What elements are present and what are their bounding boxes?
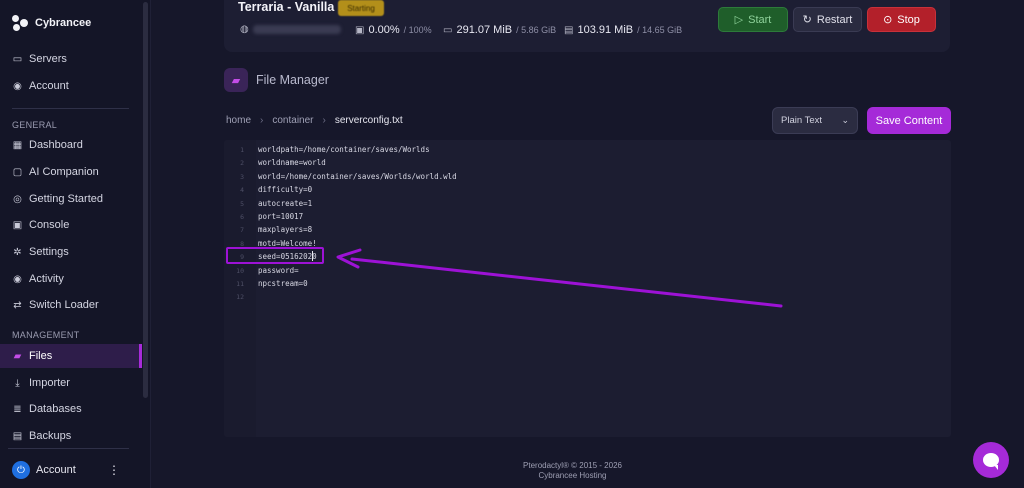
code-line[interactable]: worldpath=/home/container/saves/Worlds <box>258 145 430 154</box>
server-title: Terraria - Vanilla <box>238 0 335 14</box>
sidebar-item-backups[interactable]: ▤ Backups <box>0 424 142 448</box>
brand[interactable]: Cybrancee <box>12 14 91 32</box>
sidebar-item-console[interactable]: ▣ Console <box>0 213 142 237</box>
code-line[interactable]: autocreate=1 <box>258 199 312 208</box>
highlight-annotation-box <box>226 247 324 264</box>
archive-icon: ▤ <box>12 430 23 442</box>
sidebar-item-settings[interactable]: ✲ Settings <box>0 240 142 264</box>
disk-icon: ▤ <box>564 24 574 36</box>
code-line[interactable]: difficulty=0 <box>258 185 312 194</box>
more-vertical-icon[interactable]: ⋮ <box>108 463 120 477</box>
ip-address-redacted <box>252 25 341 34</box>
code-line[interactable]: maxplayers=8 <box>258 225 312 234</box>
server-header-card: Terraria - Vanilla Starting ◍ ▣ 0.00% / … <box>224 0 950 52</box>
cpu-icon: ▣ <box>355 24 365 36</box>
gear-icon: ✲ <box>13 246 22 258</box>
refresh-icon: ↻ <box>802 14 812 26</box>
cpu-stat: ▣ 0.00% / 100% <box>355 24 432 36</box>
line-number: 3 <box>240 172 244 181</box>
sidebar-scrollbar[interactable] <box>143 2 148 398</box>
grid-icon: ▦ <box>12 139 23 151</box>
chat-bubble-icon <box>983 453 999 470</box>
line-number-gutter: 1 2 3 4 5 6 7 8 9 10 11 12 <box>224 140 256 437</box>
disk-stat: ▤ 103.91 MiB / 14.65 GiB <box>564 24 683 36</box>
terminal-icon: ▣ <box>12 219 23 231</box>
line-number: 5 <box>240 199 244 208</box>
sidebar-item-activity[interactable]: ◉ Activity <box>0 267 142 291</box>
chat-icon: ▢ <box>12 166 23 178</box>
chat-support-button[interactable] <box>973 442 1009 478</box>
sidebar-item-importer[interactable]: ⤓ Importer <box>0 371 142 395</box>
code-line[interactable]: npcstream=0 <box>258 279 308 288</box>
line-number: 10 <box>236 266 244 275</box>
folder-icon: ▰ <box>224 68 248 92</box>
line-number: 7 <box>240 226 244 235</box>
brand-name: Cybrancee <box>35 17 92 29</box>
sidebar-item-ai-companion[interactable]: ▢ AI Companion <box>0 160 142 184</box>
breadcrumb-home[interactable]: home <box>226 115 251 126</box>
code-line[interactable]: world=/home/container/saves/Worlds/world… <box>258 172 457 181</box>
stop-button[interactable]: ⊙ Stop <box>867 7 936 32</box>
database-icon: ≣ <box>13 403 22 415</box>
user-circle-icon: ◉ <box>13 80 22 92</box>
status-badge: Starting <box>338 0 384 16</box>
chevron-down-icon: ⌄ <box>841 115 849 125</box>
sidebar-item-files[interactable]: ▰ Files <box>0 344 142 368</box>
chevron-right-icon: › <box>260 115 264 126</box>
code-line[interactable]: worldname=world <box>258 158 326 167</box>
breadcrumb: home › container › serverconfig.txt <box>226 115 403 126</box>
swap-icon: ⇄ <box>13 299 22 311</box>
start-button[interactable]: ▷ Start <box>718 7 788 32</box>
line-number: 1 <box>240 146 244 154</box>
sidebar-item-getting-started[interactable]: ◎ Getting Started <box>0 187 142 211</box>
save-content-button[interactable]: Save Content <box>867 107 951 134</box>
code-editor[interactable]: 1 2 3 4 5 6 7 8 9 10 11 12 worldpath=/home/containe… <box>224 140 951 437</box>
sidebar: Cybrancee ▭ Servers ◉ Account GENERAL ▦ … <box>0 0 151 488</box>
sidebar-item-switch-loader[interactable]: ⇄ Switch Loader <box>0 293 142 317</box>
memory-stat: ▭ 291.07 MiB / 5.86 GiB <box>443 24 557 36</box>
restart-button[interactable]: ↻ Restart <box>793 7 862 32</box>
power-avatar-icon: ⏻ <box>12 461 30 479</box>
section-label-management: MANAGEMENT <box>12 330 80 340</box>
breadcrumb-container[interactable]: container <box>272 115 313 126</box>
code-line[interactable]: password= <box>258 266 299 275</box>
line-number: 2 <box>240 159 244 168</box>
cybrancee-logo-icon <box>12 15 28 31</box>
sidebar-item-databases[interactable]: ≣ Databases <box>0 397 142 421</box>
sidebar-item-servers[interactable]: ▭ Servers <box>0 47 142 71</box>
syntax-mode-value: Plain Text <box>781 115 823 126</box>
line-number: 12 <box>236 293 244 302</box>
sidebar-item-account[interactable]: ◉ Account <box>0 74 142 98</box>
globe-icon: ◍ <box>240 24 249 35</box>
line-number: 4 <box>240 186 244 195</box>
play-icon: ▷ <box>734 14 744 26</box>
syntax-mode-select[interactable]: Plain Text ⌄ <box>772 107 858 134</box>
page-title: File Manager <box>256 73 329 87</box>
eye-icon: ◉ <box>13 273 22 285</box>
account-menu[interactable]: ⏻ Account ⋮ <box>0 452 142 488</box>
account-label: Account <box>36 464 76 476</box>
footer-hosting: Cybrancee Hosting <box>538 471 607 480</box>
chevron-right-icon: › <box>322 115 326 126</box>
line-number: 11 <box>236 280 244 288</box>
download-icon: ⤓ <box>15 377 20 389</box>
section-label-general: GENERAL <box>12 120 58 130</box>
line-number: 6 <box>240 213 244 221</box>
folder-icon: ▰ <box>13 350 22 362</box>
sidebar-divider-bottom <box>8 448 129 449</box>
stop-icon: ⊙ <box>883 14 893 26</box>
code-line[interactable]: port=10017 <box>258 212 303 221</box>
footer-copyright: Pterodactyl® © 2015 - 2026 <box>523 461 622 470</box>
footer: Pterodactyl® © 2015 - 2026 Cybrancee Hos… <box>480 461 665 481</box>
breadcrumb-current-file: serverconfig.txt <box>334 115 403 126</box>
server-address[interactable]: ◍ <box>240 24 341 35</box>
globe-icon: ◎ <box>13 193 22 205</box>
sidebar-item-dashboard[interactable]: ▦ Dashboard <box>0 133 142 157</box>
sidebar-divider <box>12 108 129 109</box>
server-icon: ▭ <box>12 53 23 65</box>
memory-icon: ▭ <box>443 24 453 36</box>
